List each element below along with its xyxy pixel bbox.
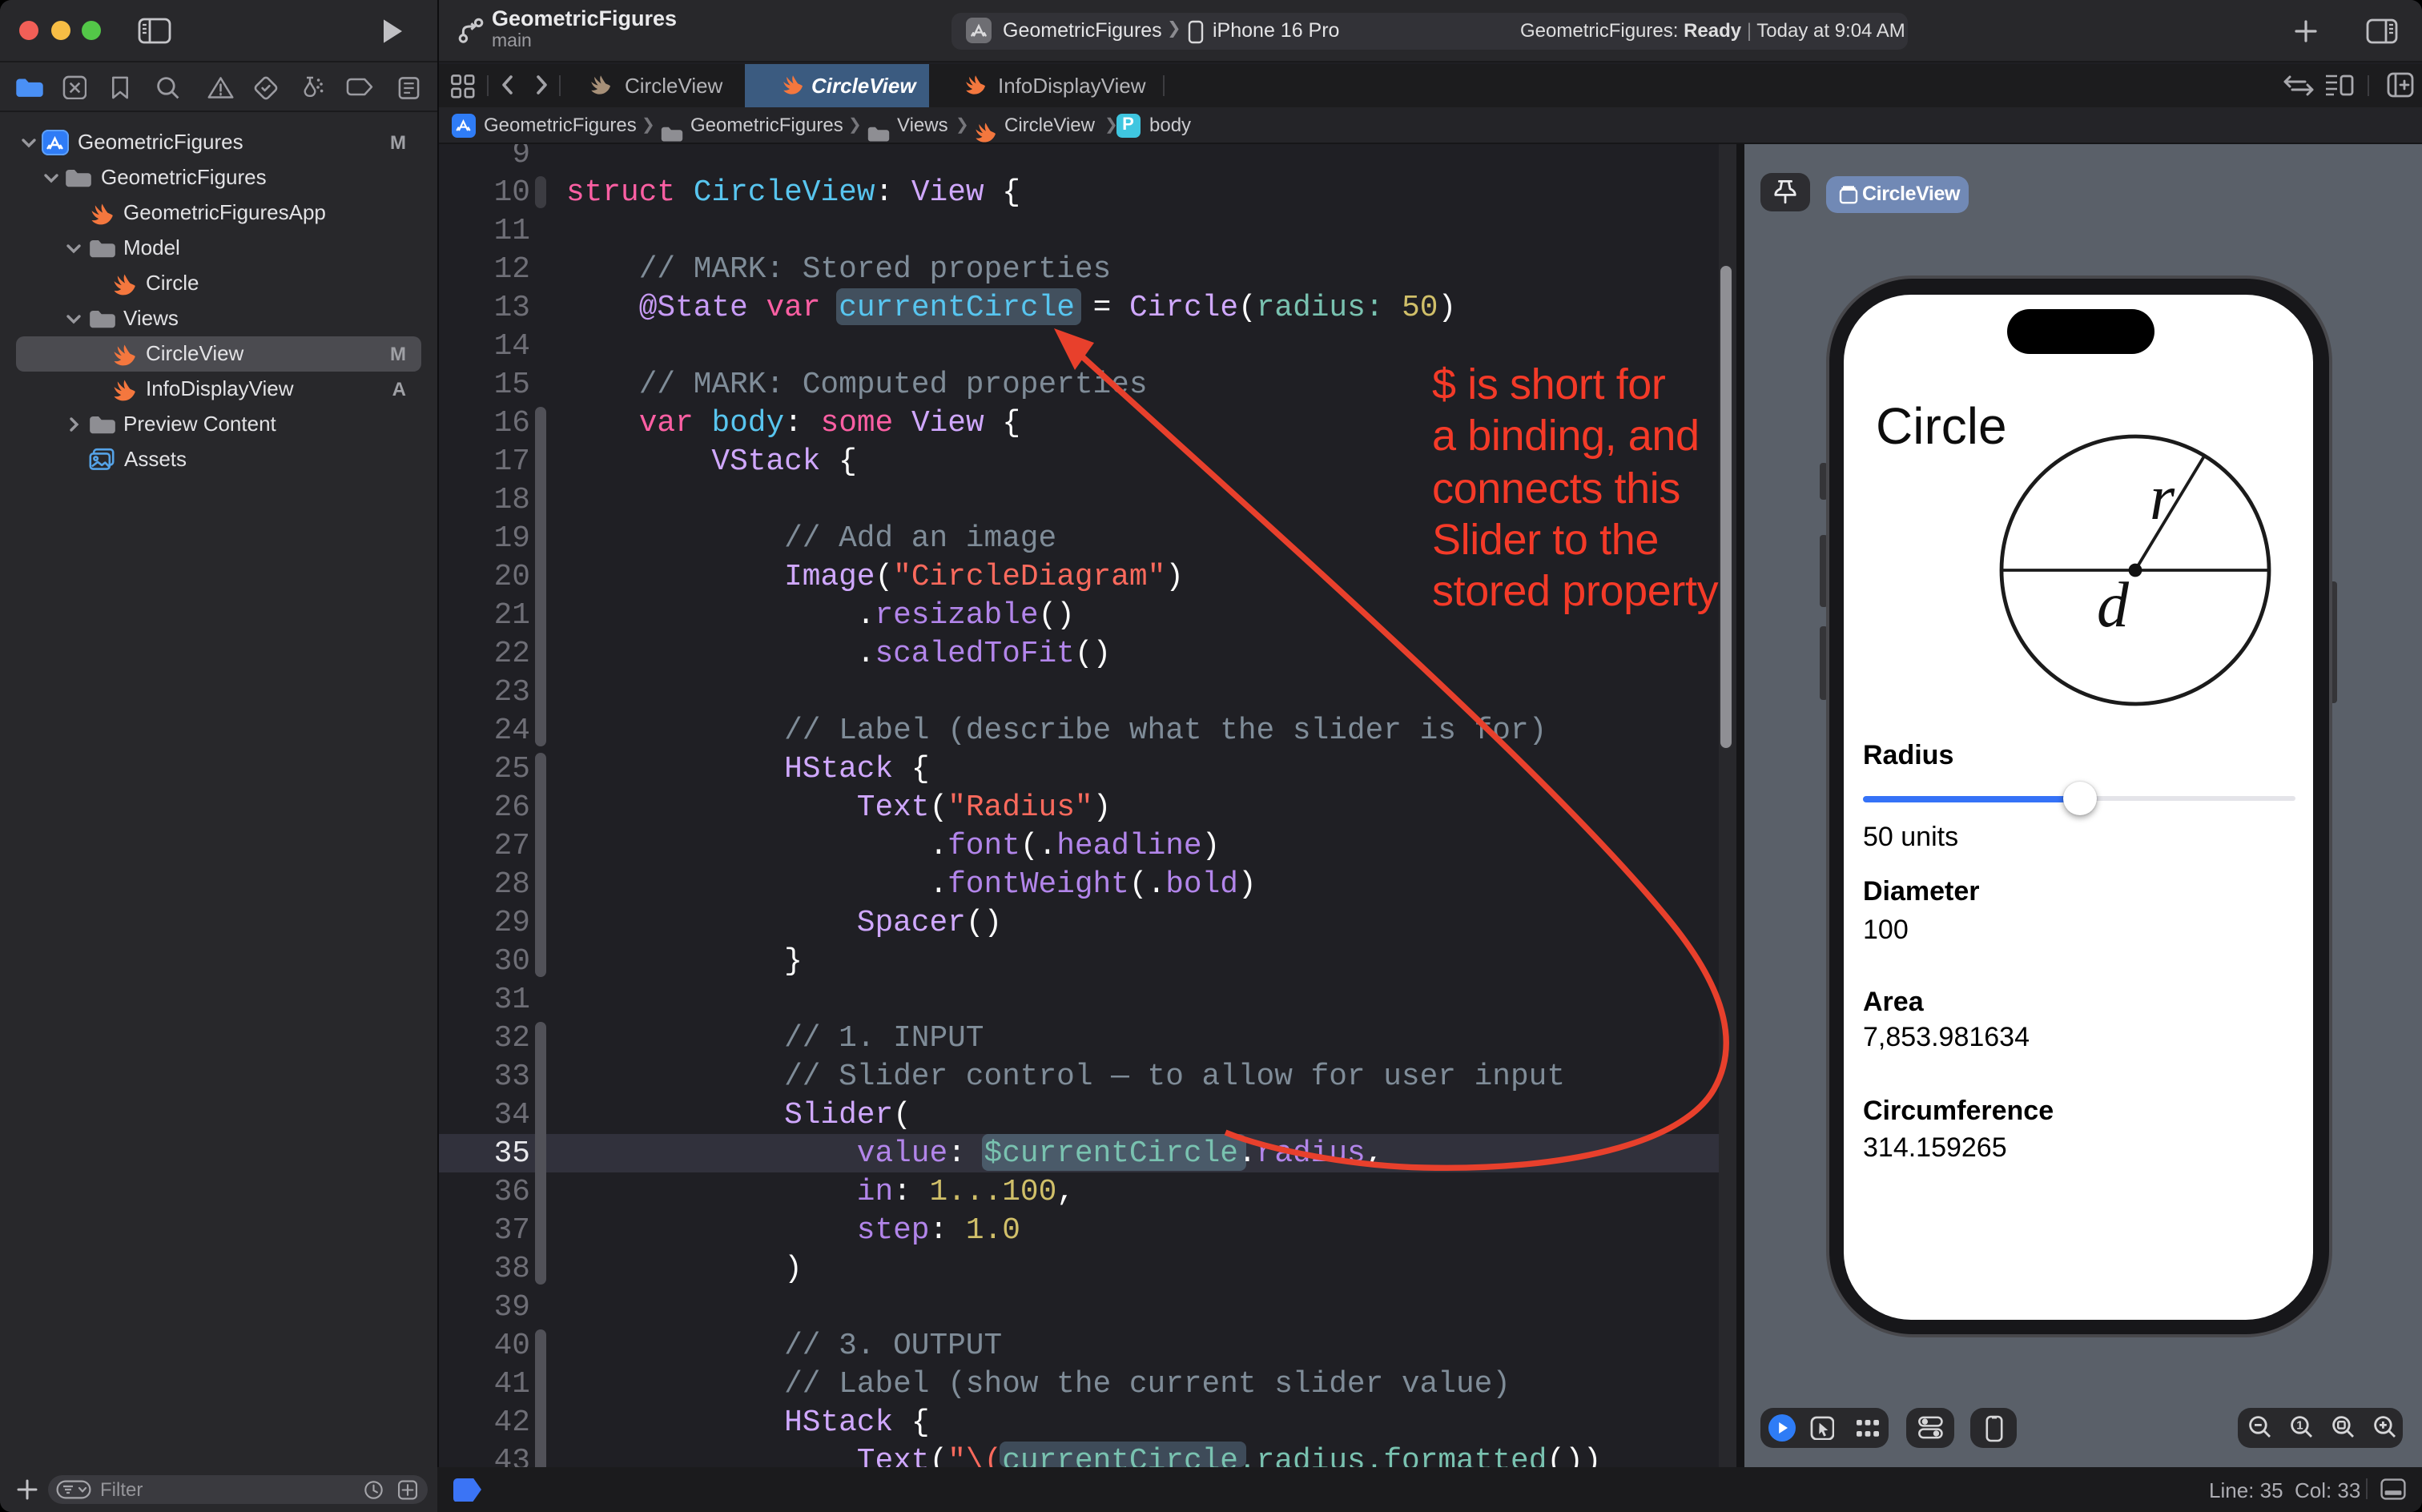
svg-text:1: 1 xyxy=(2295,1419,2302,1433)
